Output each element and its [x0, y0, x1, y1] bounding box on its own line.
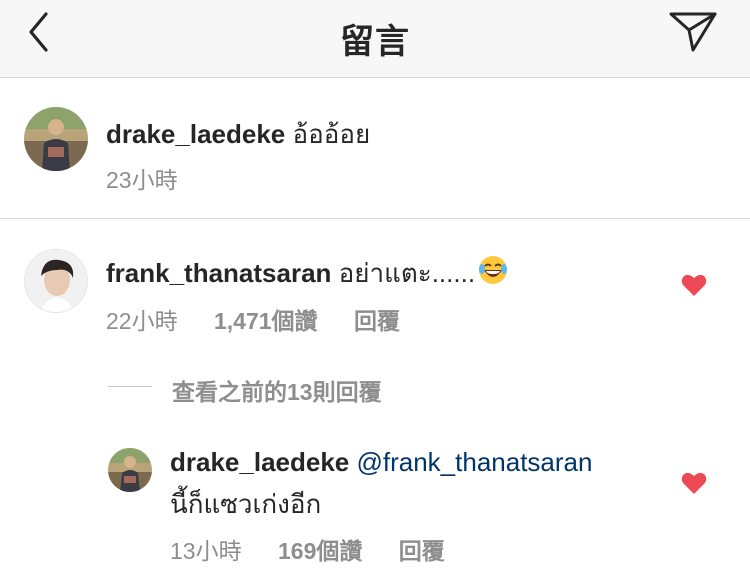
header-bar: 留言 — [0, 0, 750, 78]
reply-text: drake_laedeke @frank_thanatsaran — [170, 447, 592, 478]
comment-time: 22小時 — [106, 308, 178, 334]
avatar[interactable] — [24, 249, 88, 313]
caption-time: 23小時 — [106, 167, 178, 193]
caption-body: อ้ออ้อย — [292, 119, 371, 149]
avatar[interactable] — [24, 107, 88, 171]
reply-like-button[interactable] — [681, 471, 707, 495]
view-replies-label: 查看之前的13則回覆 — [172, 379, 382, 405]
comment-reply-button[interactable]: 回覆 — [354, 308, 400, 334]
laughing-emoji — [477, 254, 509, 293]
heart-icon — [681, 472, 707, 494]
page-title: 留言 — [340, 23, 410, 61]
comment-body: อย่าแตะ...... — [338, 258, 476, 288]
comment-username[interactable]: frank_thanatsaran — [106, 258, 331, 288]
post-caption: drake_laedeke อ้ออ้อย 23小時 — [0, 79, 750, 219]
share-button[interactable] — [668, 10, 718, 54]
divider-line — [108, 386, 152, 387]
reply-body: นี้ก็แซวเก่งอีก — [170, 489, 322, 519]
comment-likes[interactable]: 1,471個讚 — [214, 308, 318, 334]
avatar[interactable] — [108, 448, 152, 492]
caption-text: drake_laedeke อ้ออ้อย — [106, 114, 370, 155]
comment-meta: 22小時 1,471個讚 回覆 — [106, 302, 400, 336]
reply-time: 13小時 — [170, 538, 242, 564]
heart-icon — [681, 274, 707, 296]
reply-username[interactable]: drake_laedeke — [170, 447, 349, 477]
reply-likes[interactable]: 169個讚 — [278, 538, 362, 564]
comment-like-button[interactable] — [681, 273, 707, 297]
reply-mention[interactable]: @frank_thanatsaran — [356, 447, 592, 477]
comment-text: frank_thanatsaran อย่าแตะ...... — [106, 253, 509, 294]
paper-plane-icon — [669, 12, 717, 52]
caption-username[interactable]: drake_laedeke — [106, 119, 285, 149]
reply-meta: 13小時 169個讚 回覆 — [170, 532, 445, 566]
reply-reply-button[interactable]: 回覆 — [399, 538, 445, 564]
